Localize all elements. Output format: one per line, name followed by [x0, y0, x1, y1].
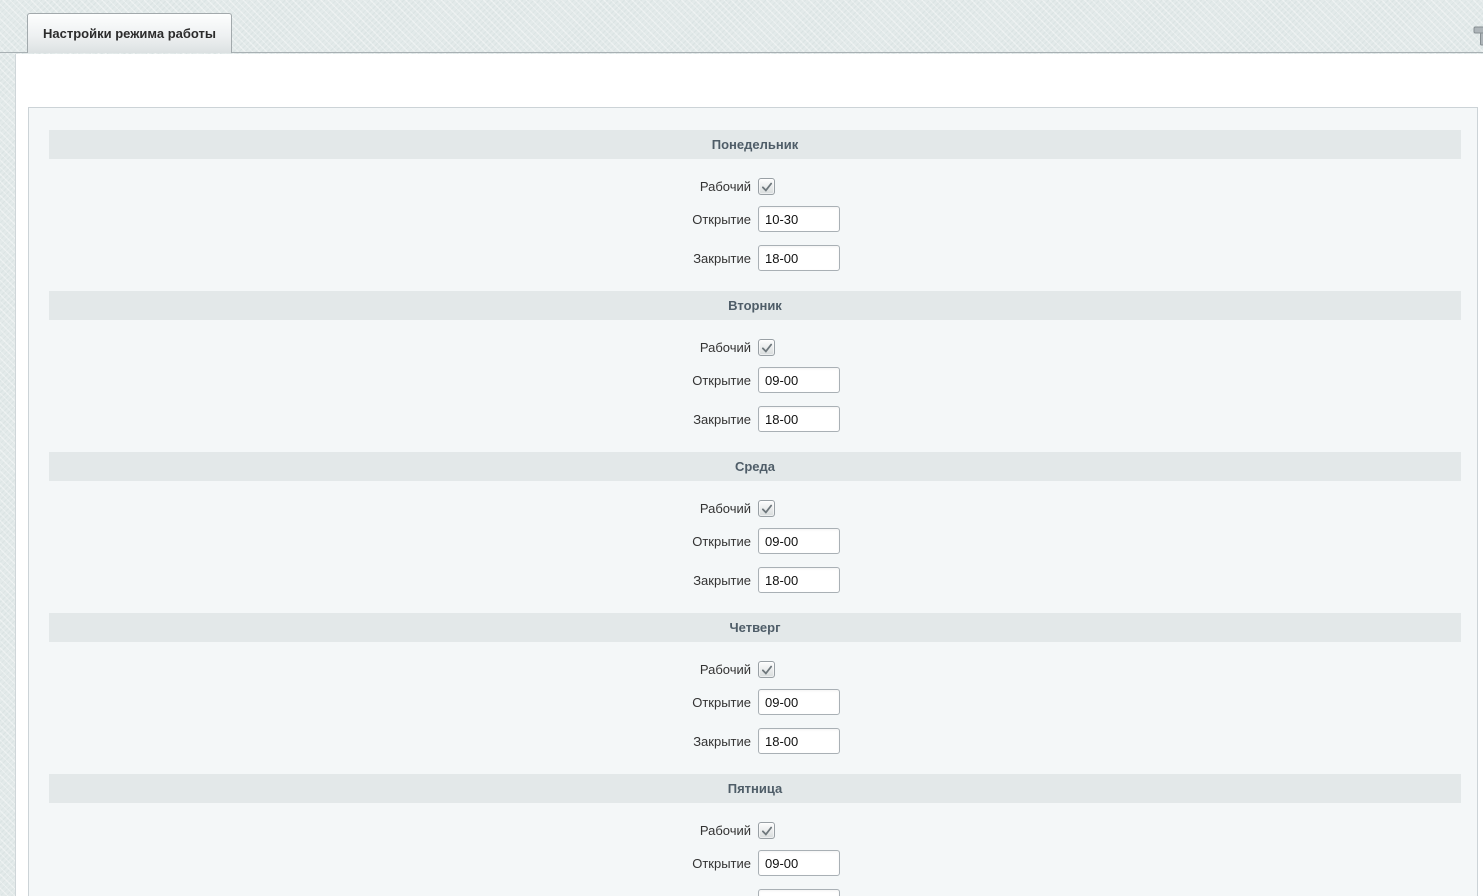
checkmark-icon [761, 503, 773, 515]
opening-time-input[interactable] [758, 367, 840, 393]
day-section-thursday: Четверг Рабочий Открытие Закрытие [49, 613, 1461, 754]
working-label: Рабочий [49, 340, 751, 355]
working-checkbox[interactable] [758, 178, 775, 195]
opening-label: Открытие [49, 373, 751, 388]
opening-label: Открытие [49, 212, 751, 227]
working-checkbox[interactable] [758, 661, 775, 678]
working-checkbox[interactable] [758, 339, 775, 356]
closing-label: Закрытие [49, 251, 751, 266]
day-section-tuesday: Вторник Рабочий Открытие Закрытие [49, 291, 1461, 432]
closing-time-input[interactable] [758, 245, 840, 271]
day-section-monday: Понедельник Рабочий Открытие Закрытие [49, 130, 1461, 271]
working-label: Рабочий [49, 662, 751, 677]
working-label: Рабочий [49, 179, 751, 194]
tab-strip: Настройки режима работы [0, 0, 1483, 53]
opening-time-input[interactable] [758, 206, 840, 232]
checkmark-icon [761, 825, 773, 837]
day-header: Пятница [49, 774, 1461, 803]
day-header: Четверг [49, 613, 1461, 642]
opening-label: Открытие [49, 695, 751, 710]
opening-label: Открытие [49, 856, 751, 871]
day-header: Среда [49, 452, 1461, 481]
closing-time-input[interactable] [758, 889, 840, 896]
closing-label: Закрытие [49, 573, 751, 588]
opening-time-input[interactable] [758, 850, 840, 876]
content-panel: Понедельник Рабочий Открытие Закрытие Вт… [15, 54, 1483, 896]
working-label: Рабочий [49, 501, 751, 516]
checkmark-icon [761, 664, 773, 676]
closing-label: Закрытие [49, 412, 751, 427]
day-header: Понедельник [49, 130, 1461, 159]
working-checkbox[interactable] [758, 822, 775, 839]
tab-work-mode-settings[interactable]: Настройки режима работы [27, 13, 232, 53]
closing-time-input[interactable] [758, 728, 840, 754]
opening-label: Открытие [49, 534, 751, 549]
checkmark-icon [761, 342, 773, 354]
day-header: Вторник [49, 291, 1461, 320]
closing-time-input[interactable] [758, 567, 840, 593]
schedule-form-panel: Понедельник Рабочий Открытие Закрытие Вт… [28, 107, 1478, 896]
opening-time-input[interactable] [758, 528, 840, 554]
working-checkbox[interactable] [758, 500, 775, 517]
closing-time-input[interactable] [758, 406, 840, 432]
day-section-friday: Пятница Рабочий Открытие Закрытие [49, 774, 1461, 896]
working-label: Рабочий [49, 823, 751, 838]
day-section-wednesday: Среда Рабочий Открытие Закрытие [49, 452, 1461, 593]
closing-label: Закрытие [49, 734, 751, 749]
opening-time-input[interactable] [758, 689, 840, 715]
checkmark-icon [761, 181, 773, 193]
pin-icon[interactable] [1471, 22, 1483, 48]
